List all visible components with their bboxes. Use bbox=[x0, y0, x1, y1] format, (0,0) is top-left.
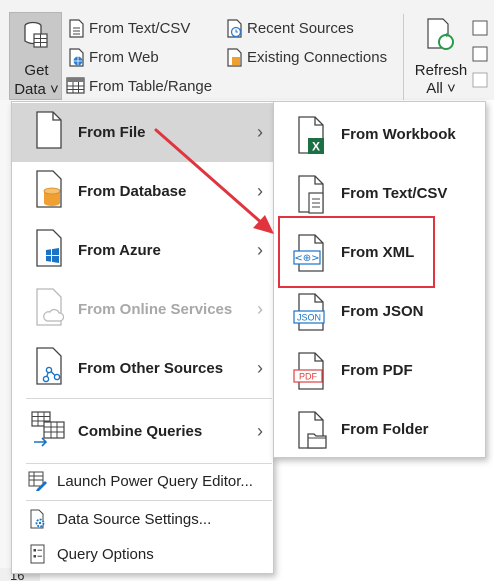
chevron-right-icon: › bbox=[257, 299, 263, 319]
chevron-right-icon: › bbox=[257, 420, 263, 441]
menu-item-label: Combine Queries bbox=[78, 422, 203, 440]
annotation-arrow bbox=[150, 124, 280, 240]
json-file-icon: JSON bbox=[292, 292, 325, 334]
from-web-button[interactable]: From Web bbox=[68, 45, 159, 69]
file-icon bbox=[34, 110, 64, 150]
submenu-item-from-pdf[interactable]: PDF From PDF bbox=[274, 343, 485, 402]
get-data-button[interactable]: Get Data ˅ bbox=[9, 12, 62, 100]
menu-item-label: Data Source Settings... bbox=[57, 510, 212, 528]
text-file-icon bbox=[296, 174, 328, 216]
folder-icon bbox=[296, 410, 328, 452]
highlight-box bbox=[278, 216, 435, 288]
menu-item-label: From Azure bbox=[78, 242, 161, 259]
json-badge-text: JSON bbox=[297, 313, 321, 323]
submenu-item-from-folder[interactable]: From Folder bbox=[274, 402, 485, 461]
ribbon-separator bbox=[403, 14, 404, 100]
azure-icon bbox=[34, 228, 64, 268]
menu-item-label: From Other Sources bbox=[78, 360, 224, 377]
refresh-label: Refresh bbox=[414, 62, 468, 79]
recent-sources-icon bbox=[226, 18, 243, 38]
chevron-right-icon: › bbox=[257, 358, 263, 378]
menu-item-combine-queries[interactable]: Combine Queries › bbox=[12, 400, 273, 462]
submenu-item-label: From Workbook bbox=[341, 126, 456, 143]
from-web-label: From Web bbox=[89, 48, 159, 66]
menu-item-launch-power-query-editor[interactable]: Launch Power Query Editor... bbox=[12, 464, 273, 498]
refresh-all-button[interactable]: Refresh All ˅ bbox=[412, 14, 470, 100]
pdf-file-icon: PDF bbox=[292, 351, 324, 393]
from-table-range-button[interactable]: From Table/Range bbox=[66, 74, 212, 98]
queries-connections-icon[interactable] bbox=[472, 20, 488, 90]
menu-item-query-options[interactable]: Query Options bbox=[12, 537, 273, 571]
submenu-item-from-json[interactable]: JSON From JSON bbox=[274, 284, 485, 343]
web-icon bbox=[68, 47, 85, 67]
recent-sources-button[interactable]: Recent Sources bbox=[226, 16, 354, 40]
menu-item-from-other-sources[interactable]: From Other Sources › bbox=[12, 339, 273, 398]
menu-item-label: From Online Services bbox=[78, 301, 233, 318]
data-source-settings-icon bbox=[28, 509, 48, 529]
menu-item-data-source-settings[interactable]: Data Source Settings... bbox=[12, 502, 273, 536]
submenu-item-label: From JSON bbox=[341, 303, 424, 320]
chevron-right-icon: › bbox=[257, 240, 263, 260]
menu-divider bbox=[26, 500, 272, 501]
from-table-range-label: From Table/Range bbox=[89, 77, 213, 95]
existing-connections-button[interactable]: Existing Connections bbox=[226, 45, 387, 69]
submenu-item-label: From Folder bbox=[341, 421, 429, 438]
existing-connections-label: Existing Connections bbox=[247, 48, 388, 66]
combine-queries-icon bbox=[30, 410, 66, 450]
get-data-label-2: Data ˅ bbox=[14, 81, 59, 98]
menu-item-from-online-services[interactable]: From Online Services › bbox=[12, 280, 273, 339]
excel-workbook-icon: X bbox=[296, 115, 328, 157]
cloud-icon bbox=[34, 287, 64, 327]
existing-connections-icon bbox=[226, 47, 243, 67]
database-grid-icon bbox=[24, 21, 48, 49]
from-text-csv-button[interactable]: From Text/CSV bbox=[68, 16, 190, 40]
menu-item-label: From File bbox=[78, 124, 146, 141]
from-text-csv-label: From Text/CSV bbox=[89, 19, 191, 37]
recent-sources-label: Recent Sources bbox=[247, 19, 354, 37]
text-csv-icon bbox=[68, 18, 85, 38]
table-icon bbox=[66, 76, 85, 96]
power-query-editor-icon bbox=[28, 471, 48, 491]
submenu-item-label: From Text/CSV bbox=[341, 185, 448, 202]
pdf-badge-text: PDF bbox=[299, 372, 318, 382]
menu-divider bbox=[26, 398, 272, 399]
refresh-icon bbox=[426, 18, 456, 52]
get-data-label: Get bbox=[24, 62, 49, 79]
submenu-item-from-workbook[interactable]: X From Workbook bbox=[274, 107, 485, 166]
query-options-icon bbox=[28, 544, 48, 564]
submenu-item-label: From PDF bbox=[341, 362, 413, 379]
excel-badge-text: X bbox=[312, 140, 320, 154]
refresh-label-2: All ˅ bbox=[426, 80, 456, 97]
other-sources-icon bbox=[34, 346, 64, 386]
menu-item-label: Query Options bbox=[57, 545, 154, 563]
database-icon bbox=[34, 169, 64, 209]
menu-item-label: Launch Power Query Editor... bbox=[57, 472, 253, 490]
